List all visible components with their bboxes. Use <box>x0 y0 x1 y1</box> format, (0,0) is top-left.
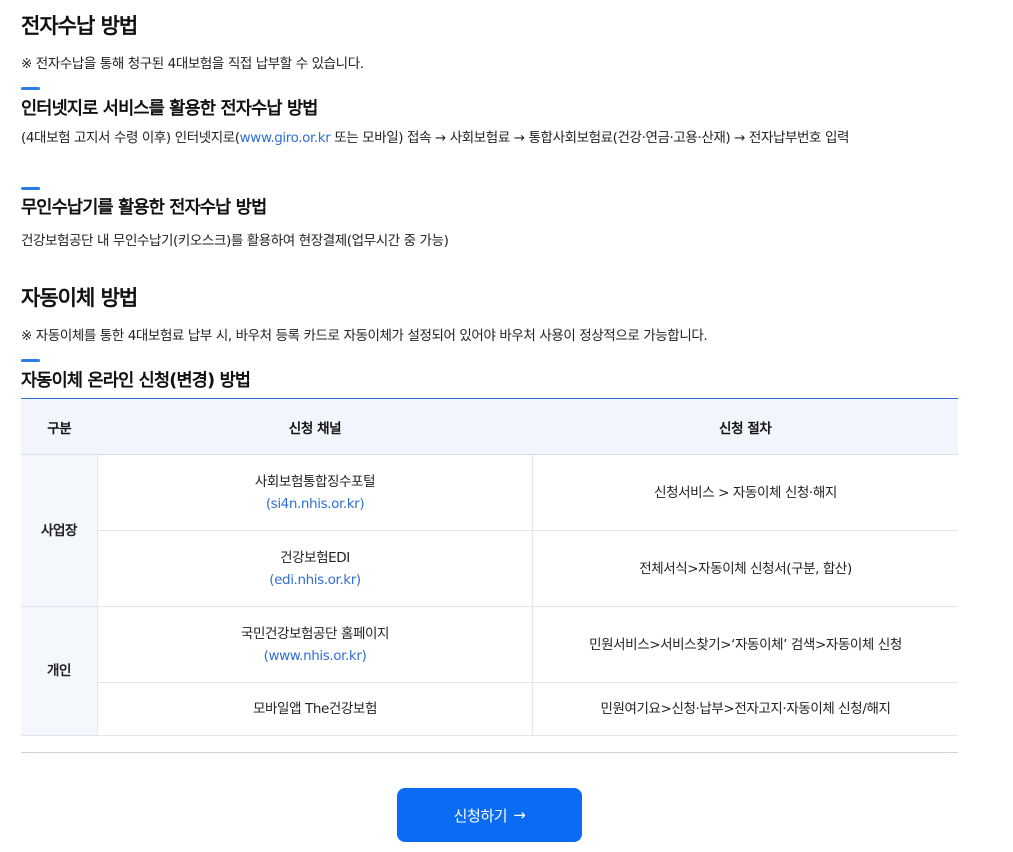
arrow-right-icon: → <box>513 806 526 824</box>
channel-name: 사회보험통합징수포털 <box>254 473 376 490</box>
channel-name: 모바일앱 The건강보험 <box>253 701 377 717</box>
procedure-cell: 민원서비스>서비스찾기>‘자동이체’ 검색>자동이체 신청 <box>532 606 958 683</box>
table-row: 사업장 사회보험통합징수포털 (si4n.nhis.or.kr) 신청서비스 >… <box>21 454 958 607</box>
table-row: 개인 국민건강보험공단 홈페이지 (www.nhis.or.kr) 민원서비스>… <box>21 606 958 736</box>
table-header-row: 구분 신청 채널 신청 절차 <box>21 398 958 455</box>
channel-link[interactable]: (www.nhis.or.kr) <box>99 645 531 667</box>
category-cell: 사업장 <box>21 454 98 607</box>
kiosk-title: 무인수납기를 활용한 전자수납 방법 <box>21 198 267 218</box>
table-row: 모바일앱 The건강보험 민원여기요>신청·납부>전자고지·자동이체 신청/해지 <box>21 682 958 736</box>
auto-transfer-title: 자동이체 방법 <box>21 286 138 310</box>
internet-giro-desc-before: (4대보험 고지서 수령 이후) 인터넷지로( <box>21 130 240 146</box>
online-apply-title: 자동이체 온라인 신청(변경) 방법 <box>21 371 251 391</box>
apply-button[interactable]: 신청하기 → <box>397 788 582 842</box>
apply-button-label: 신청하기 <box>453 806 508 825</box>
section-accent-bar <box>21 87 40 90</box>
channel-cell: 사회보험통합징수포털 (si4n.nhis.or.kr) <box>97 454 533 531</box>
channel-link[interactable]: (edi.nhis.or.kr) <box>99 569 531 591</box>
procedure-cell: 전체서식>자동이체 신청서(구분, 합산) <box>532 530 958 607</box>
channel-name: 국민건강보험공단 홈페이지 <box>240 625 390 642</box>
auto-transfer-table: 구분 신청 채널 신청 절차 사업장 사회보험통합징수포털 (si4n.nhis… <box>21 398 958 736</box>
e-payment-title: 전자수납 방법 <box>21 14 138 38</box>
giro-link[interactable]: www.giro.or.kr <box>240 130 331 146</box>
channel-cell: 건강보험EDI (edi.nhis.or.kr) <box>97 530 533 607</box>
internet-giro-title: 인터넷지로 서비스를 활용한 전자수납 방법 <box>21 99 318 119</box>
internet-giro-desc: (4대보험 고지서 수령 이후) 인터넷지로(www.giro.or.kr 또는… <box>21 127 958 149</box>
procedure-cell: 민원여기요>신청·납부>전자고지·자동이체 신청/해지 <box>532 682 958 736</box>
e-payment-note: ※ 전자수납을 통해 청구된 4대보험을 직접 납부할 수 있습니다. <box>21 56 364 72</box>
header-category: 구분 <box>21 398 98 455</box>
table-bottom-divider <box>21 752 958 753</box>
section-accent-bar <box>21 187 40 190</box>
channel-cell: 모바일앱 The건강보험 <box>97 682 533 736</box>
channel-link[interactable]: (si4n.nhis.or.kr) <box>99 493 531 515</box>
auto-transfer-note: ※ 자동이체를 통한 4대보험료 납부 시, 바우처 등록 카드로 자동이체가 … <box>21 328 708 344</box>
internet-giro-desc-after: 또는 모바일) 접속 → 사회보험료 → 통합사회보험료(건강·연금·고용·산재… <box>330 130 849 146</box>
section-accent-bar <box>21 359 40 362</box>
kiosk-desc: 건강보험공단 내 무인수납기(키오스크)를 활용하여 현장결제(업무시간 중 가… <box>21 233 449 249</box>
channel-name: 건강보험EDI <box>280 549 350 566</box>
procedure-cell: 신청서비스 > 자동이체 신청·해지 <box>532 454 958 531</box>
channel-cell: 국민건강보험공단 홈페이지 (www.nhis.or.kr) <box>97 606 533 683</box>
table-row: 건강보험EDI (edi.nhis.or.kr) 전체서식>자동이체 신청서(구… <box>21 530 958 607</box>
header-procedure: 신청 절차 <box>532 398 958 455</box>
header-channel: 신청 채널 <box>97 398 533 455</box>
category-cell: 개인 <box>21 606 98 736</box>
